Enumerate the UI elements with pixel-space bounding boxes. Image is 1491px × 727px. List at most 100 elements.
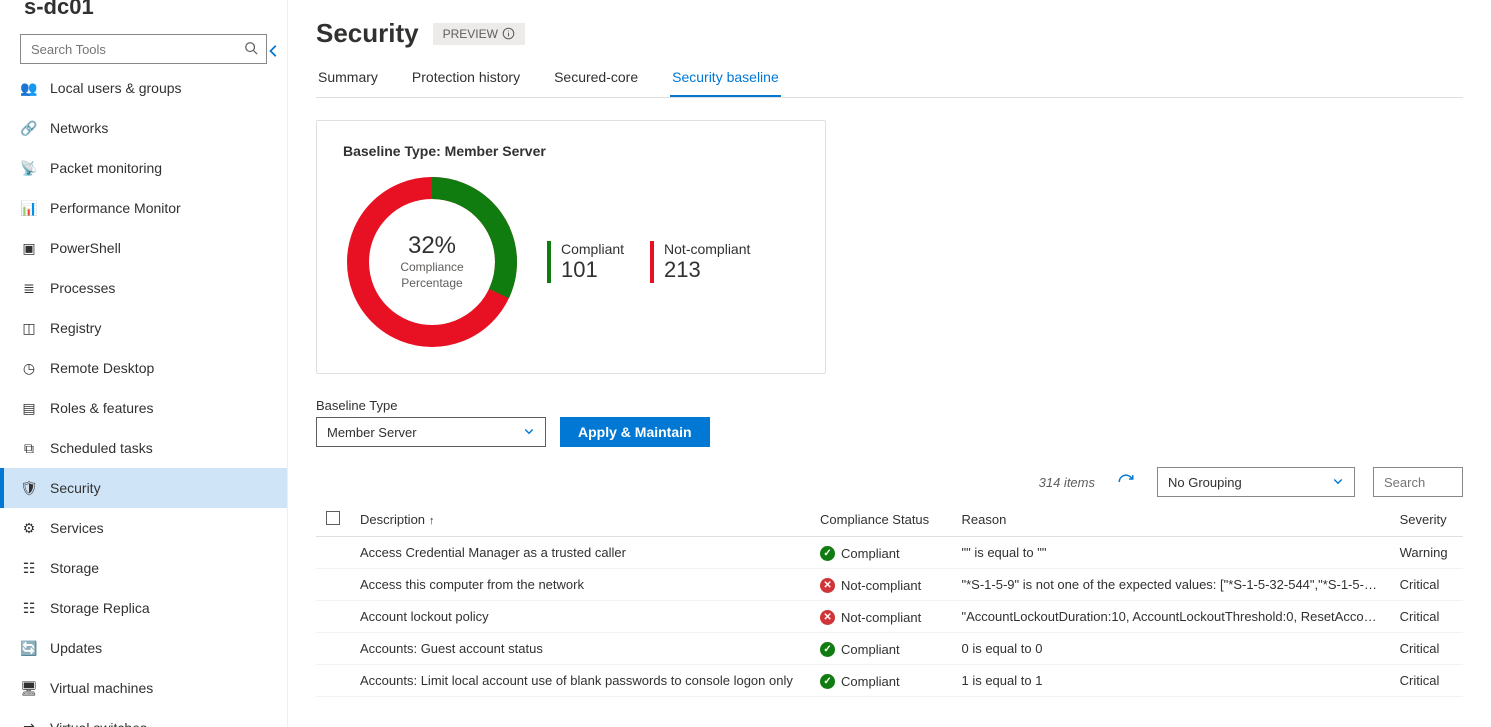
local-users-icon: 👥 (20, 79, 38, 97)
sidebar-item-local-users[interactable]: 👥 Local users & groups (0, 72, 287, 108)
row-description: Access Credential Manager as a trusted c… (350, 537, 810, 569)
chevron-down-icon (1332, 475, 1344, 490)
performance-monitor-icon: 📊 (20, 199, 38, 217)
search-tools-box[interactable] (20, 34, 267, 64)
donut-percent: 32% (408, 232, 456, 260)
sidebar-item-storage-replica[interactable]: ☷ Storage Replica (0, 588, 287, 628)
sidebar-item-label: Storage (50, 560, 99, 576)
sidebar-item-label: Security (50, 480, 101, 496)
tab-security-baseline[interactable]: Security baseline (670, 69, 781, 97)
baseline-type-label: Baseline Type (316, 398, 546, 413)
sidebar-item-label: Storage Replica (50, 600, 150, 616)
tab-secured-core[interactable]: Secured-core (552, 69, 640, 97)
table-row[interactable]: Account lockout policy ✕Not-compliant "A… (316, 601, 1463, 633)
networks-icon: 🔗 (20, 119, 38, 137)
noncompliant-label: Not-compliant (664, 241, 750, 257)
table-row[interactable]: Accounts: Limit local account use of bla… (316, 665, 1463, 697)
row-severity: Critical (1390, 601, 1463, 633)
roles-features-icon: ▤ (20, 399, 38, 417)
sidebar-item-services[interactable]: ⚙ Services (0, 508, 287, 548)
sidebar-item-virtual-switches[interactable]: ⇄Virtual switches (0, 708, 287, 727)
security-icon: 🛡 (20, 479, 38, 497)
sidebar-item-packet-monitoring[interactable]: 📡Packet monitoring (0, 148, 287, 188)
chevron-down-icon (523, 425, 535, 440)
page-title: Security (316, 18, 419, 49)
sidebar-item-label: Remote Desktop (50, 360, 154, 376)
donut-subtitle: CompliancePercentage (400, 260, 463, 291)
sidebar-item-powershell[interactable]: ▣PowerShell (0, 228, 287, 268)
col-severity[interactable]: Severity (1390, 503, 1463, 537)
row-reason: 1 is equal to 1 (951, 665, 1389, 697)
row-description: Accounts: Limit local account use of bla… (350, 665, 810, 697)
row-status: ✓Compliant (810, 537, 951, 569)
sidebar-item-security[interactable]: 🛡 Security (0, 468, 287, 508)
sidebar-item-remote-desktop[interactable]: ◷ Remote Desktop (0, 348, 287, 388)
compliant-label: Compliant (561, 241, 624, 257)
powershell-icon: ▣ (20, 239, 38, 257)
table-row[interactable]: Accounts: Guest account status ✓Complian… (316, 633, 1463, 665)
row-severity: Warning (1390, 537, 1463, 569)
baseline-type-select[interactable]: Member Server (316, 417, 546, 447)
compliant-value: 101 (561, 257, 624, 283)
main-content: Security PREVIEW Summary Protection histo… (288, 0, 1491, 727)
sidebar-item-performance-monitor[interactable]: 📊 Performance Monitor (0, 188, 287, 228)
row-status: ✓Compliant (810, 665, 951, 697)
card-title: Baseline Type: Member Server (343, 143, 799, 159)
sidebar: 👥 Local users & groups 🔗Networks📡Packet mo… (0, 0, 288, 727)
check-icon: ✓ (820, 546, 835, 561)
row-reason: "AccountLockoutDuration:10, AccountLocko… (951, 601, 1389, 633)
sidebar-item-processes[interactable]: ≣Processes (0, 268, 287, 308)
scheduled-tasks-icon: ⧉ (20, 439, 38, 457)
sidebar-item-label: Processes (50, 280, 115, 296)
sidebar-item-label: Scheduled tasks (50, 440, 153, 456)
sidebar-item-label: Updates (50, 640, 102, 656)
sidebar-item-virtual-machines[interactable]: 🖥Virtual machines (0, 668, 287, 708)
sidebar-item-label: Local users & groups (50, 80, 182, 96)
table-search-input[interactable] (1382, 474, 1454, 491)
sidebar-item-label: Roles & features (50, 400, 154, 416)
col-compliance[interactable]: Compliance Status (810, 503, 951, 537)
collapse-sidebar-button[interactable] (267, 44, 281, 63)
updates-icon: 🔄 (20, 639, 38, 657)
row-description: Access this computer from the network (350, 569, 810, 601)
sidebar-item-storage[interactable]: ☷Storage (0, 548, 287, 588)
col-description[interactable]: Description↑ (350, 503, 810, 537)
noncompliant-stat: Not-compliant 213 (650, 241, 750, 283)
preview-badge-text: PREVIEW (443, 27, 498, 41)
packet-monitoring-icon: 📡 (20, 159, 38, 177)
sidebar-item-scheduled-tasks[interactable]: ⧉ Scheduled tasks (0, 428, 287, 468)
refresh-button[interactable] (1113, 469, 1139, 495)
search-tools-input[interactable] (29, 41, 244, 58)
table-search-box[interactable] (1373, 467, 1463, 497)
tab-protection-history[interactable]: Protection history (410, 69, 522, 97)
storage-replica-icon: ☷ (20, 599, 38, 617)
compliance-card: Baseline Type: Member Server 32% Complia… (316, 120, 826, 374)
sidebar-item-registry[interactable]: ◫Registry (0, 308, 287, 348)
row-description: Accounts: Guest account status (350, 633, 810, 665)
grouping-select[interactable]: No Grouping (1157, 467, 1355, 497)
sidebar-item-label: Performance Monitor (50, 200, 181, 216)
col-reason[interactable]: Reason (951, 503, 1389, 537)
compliant-stat: Compliant 101 (547, 241, 624, 283)
registry-icon: ◫ (20, 319, 38, 337)
row-severity: Critical (1390, 633, 1463, 665)
remote-desktop-icon: ◷ (20, 359, 38, 377)
apply-maintain-button[interactable]: Apply & Maintain (560, 417, 710, 447)
services-icon: ⚙ (20, 519, 38, 537)
sidebar-item-roles-features[interactable]: ▤ Roles & features (0, 388, 287, 428)
info-icon (502, 27, 515, 40)
row-status: ✕Not-compliant (810, 601, 951, 633)
row-severity: Critical (1390, 569, 1463, 601)
table-row[interactable]: Access Credential Manager as a trusted c… (316, 537, 1463, 569)
table-row[interactable]: Access this computer from the network ✕N… (316, 569, 1463, 601)
noncompliant-value: 213 (664, 257, 750, 283)
sidebar-item-networks[interactable]: 🔗Networks (0, 108, 287, 148)
grouping-value: No Grouping (1168, 475, 1242, 490)
sidebar-item-label: Virtual switches (50, 720, 147, 727)
sidebar-item-updates[interactable]: 🔄 Updates (0, 628, 287, 668)
tab-summary[interactable]: Summary (316, 69, 380, 97)
nav-scroll[interactable]: 👥 Local users & groups 🔗Networks📡Packet mo… (0, 72, 287, 727)
select-all-checkbox[interactable] (326, 511, 340, 525)
sidebar-item-label: Services (50, 520, 104, 536)
baseline-type-value: Member Server (327, 425, 417, 440)
